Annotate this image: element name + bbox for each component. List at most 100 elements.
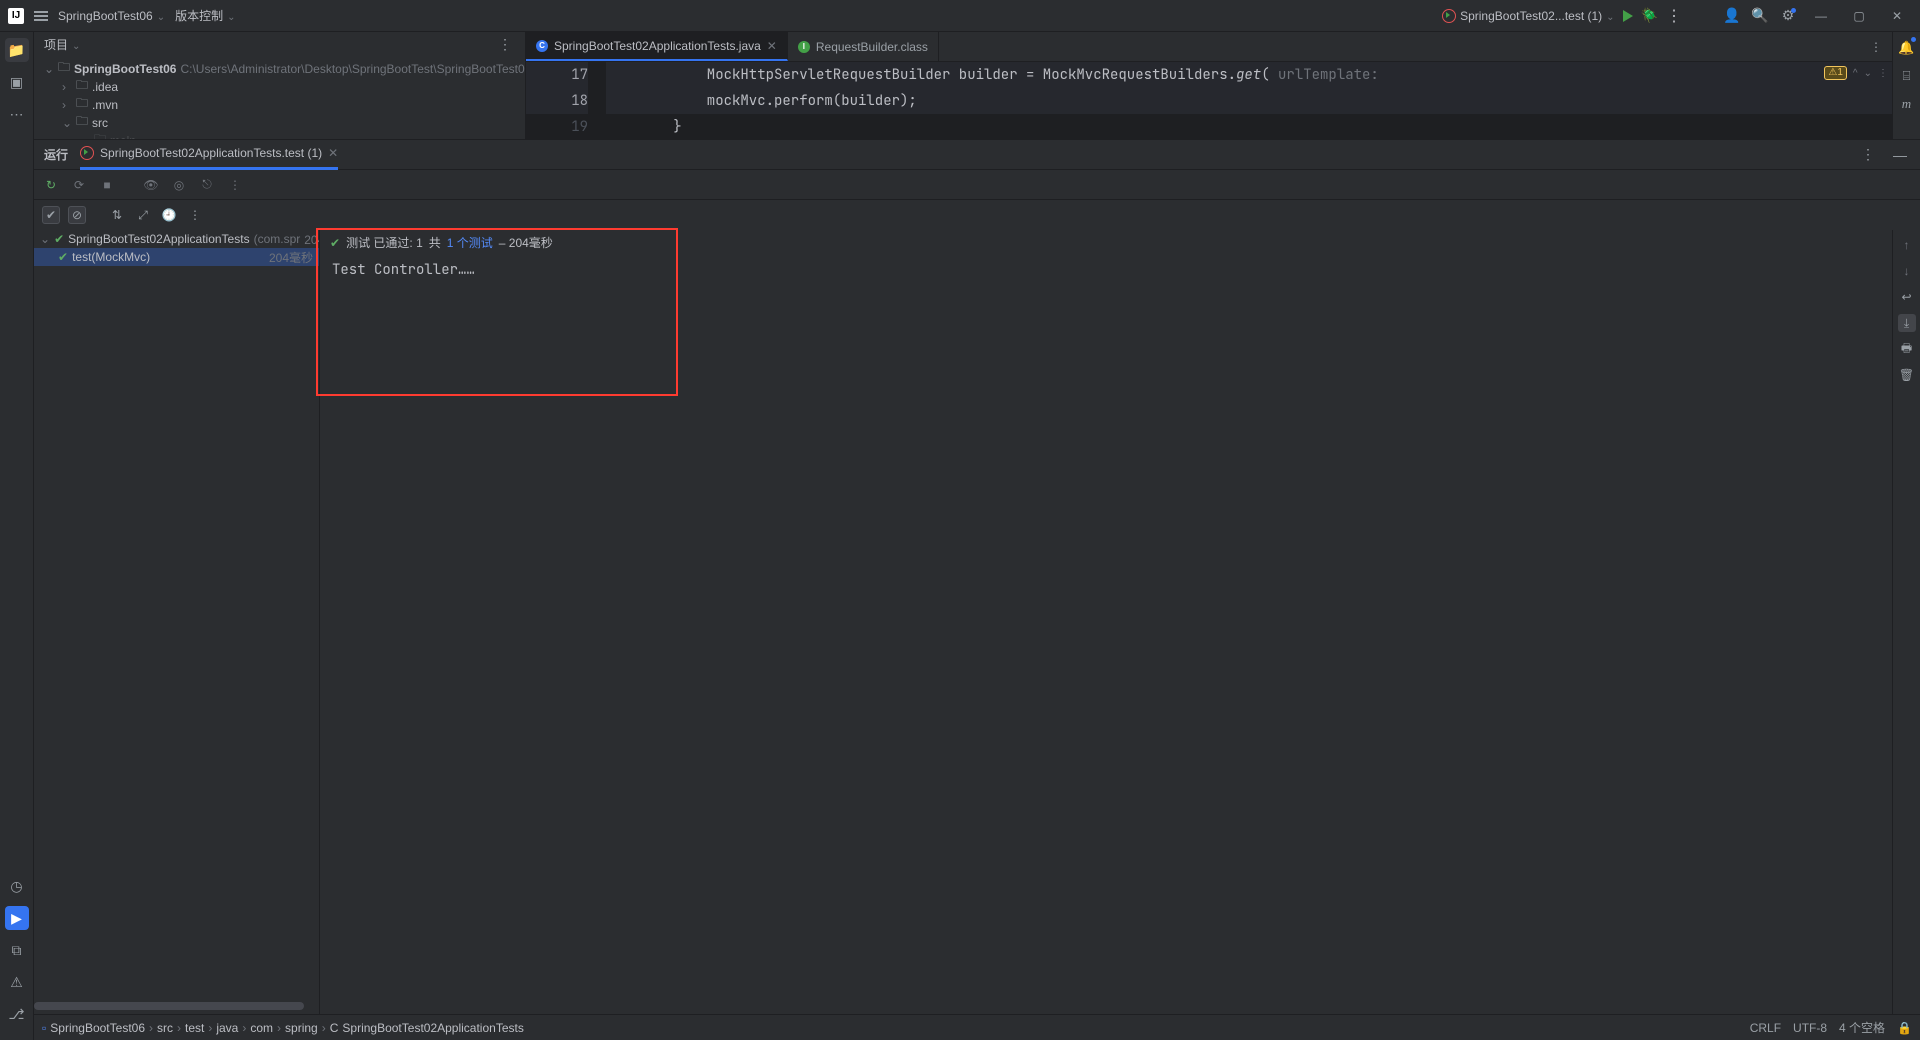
line-separator[interactable]: CRLF <box>1750 1021 1781 1035</box>
settings-icon[interactable]: ⚙ <box>1778 6 1798 26</box>
problems-tool-button[interactable]: ⚠ <box>5 970 29 994</box>
attach-button[interactable]: ◎ <box>170 176 188 194</box>
run-tab-test[interactable]: SpringBootTest02ApplicationTests.test (1… <box>80 140 338 170</box>
editor-tab-requestbuilder[interactable]: I RequestBuilder.class <box>788 32 939 61</box>
dump-threads-button[interactable]: 👁 <box>142 176 160 194</box>
rerun-failed-button[interactable]: ⟳ <box>70 176 88 194</box>
scroll-down-icon[interactable]: ↓ <box>1898 262 1916 280</box>
rerun-button[interactable]: ↻ <box>42 176 60 194</box>
project-view-dropdown[interactable]: 项目 <box>44 36 80 53</box>
scrollbar-thumb[interactable] <box>34 1002 304 1010</box>
history-button[interactable]: 🕘 <box>160 206 178 224</box>
tree-node-src[interactable]: ⌄🗀 src <box>34 114 525 132</box>
breadcrumb[interactable]: SpringBootTest02ApplicationTests <box>342 1021 523 1035</box>
panel-options-icon[interactable]: ⋮ <box>495 35 515 55</box>
breadcrumb[interactable]: SpringBootTest06 <box>50 1021 145 1035</box>
notifications-button[interactable]: 🔔 <box>1897 38 1917 58</box>
class-icon: C <box>330 1021 339 1035</box>
file-encoding[interactable]: UTF-8 <box>1793 1021 1827 1035</box>
git-tool-button[interactable]: ⎇ <box>5 1002 29 1026</box>
breadcrumb[interactable]: test <box>185 1021 204 1035</box>
test-method-row[interactable]: ✔ test(MockMvc) 204毫秒 <box>34 248 319 266</box>
project-view-label: 项目 <box>44 36 68 53</box>
terminal-tool-button[interactable]: ⧉ <box>5 938 29 962</box>
test-status-link[interactable]: 1 个测试 <box>447 234 493 251</box>
test-results-tree[interactable]: ⌄ ✔ SpringBootTest02ApplicationTests (co… <box>34 230 320 1014</box>
toolbar-more[interactable]: ⋮ <box>226 176 244 194</box>
breadcrumb[interactable]: spring <box>285 1021 318 1035</box>
show-passed-toggle[interactable]: ✔ <box>42 206 60 224</box>
scroll-to-end-icon[interactable]: ⤓ <box>1898 314 1916 332</box>
prev-highlight-icon[interactable]: ^ <box>1853 68 1858 79</box>
tree-node-mvn[interactable]: ›🗀 .mvn <box>34 96 525 114</box>
search-icon[interactable]: 🔍 <box>1750 6 1770 26</box>
expand-all-button[interactable]: ⤢ <box>134 206 152 224</box>
project-tool-button[interactable]: 📁 <box>5 38 29 62</box>
project-dropdown[interactable]: SpringBootTest06 <box>58 9 165 23</box>
run-tool-button[interactable]: ▶ <box>5 906 29 930</box>
more-actions-button[interactable]: ⋮ <box>1666 6 1682 26</box>
run-button[interactable] <box>1623 10 1633 22</box>
editor-tab-tests[interactable]: C SpringBootTest02ApplicationTests.java … <box>526 32 788 61</box>
clear-all-icon[interactable]: 🗑 <box>1898 366 1916 384</box>
main-menu-icon[interactable] <box>34 11 48 21</box>
maximize-button[interactable]: ▢ <box>1844 0 1874 32</box>
minimize-button[interactable]: — <box>1806 0 1836 32</box>
structure-tool-button[interactable]: ▣ <box>5 70 29 94</box>
run-config-icon <box>1442 9 1456 23</box>
interface-icon: I <box>798 41 810 53</box>
soft-wrap-icon[interactable]: ↩ <box>1898 288 1916 306</box>
test-method-time: 204毫秒 <box>269 249 313 266</box>
tree-root[interactable]: ⌄🗀 SpringBootTest06 C:\Users\Administrat… <box>34 60 525 78</box>
editor-text[interactable]: MockHttpServletRequestBuilder builder = … <box>606 62 1892 139</box>
editor-tab-label: SpringBootTest02ApplicationTests.java <box>554 39 761 53</box>
test-toolbar-more[interactable]: ⋮ <box>186 206 204 224</box>
services-tool-button[interactable]: ◷ <box>5 874 29 898</box>
app-icon: IJ <box>8 8 24 24</box>
inline-hint: urlTemplate: <box>1278 66 1379 84</box>
run-configuration-dropdown[interactable]: SpringBootTest02...test (1) <box>1442 9 1614 23</box>
sort-button[interactable]: ⇅ <box>108 206 126 224</box>
folder-icon: 🗀 <box>58 58 70 79</box>
run-tab-label: SpringBootTest02ApplicationTests.test (1… <box>100 146 322 160</box>
test-method-label: test(MockMvc) <box>72 250 150 264</box>
breadcrumb[interactable]: src <box>157 1021 173 1035</box>
breadcrumb[interactable]: java <box>216 1021 238 1035</box>
run-window-label: 运行 <box>44 140 68 170</box>
project-tree[interactable]: ⌄🗀 SpringBootTest06 C:\Users\Administrat… <box>34 58 525 139</box>
run-tool-window: 运行 SpringBootTest02ApplicationTests.test… <box>34 140 1920 1014</box>
editor-tabs-more[interactable]: ⋮ <box>1860 32 1892 61</box>
breadcrumb[interactable]: com <box>250 1021 273 1035</box>
test-class-row[interactable]: ⌄ ✔ SpringBootTest02ApplicationTests (co… <box>34 230 319 248</box>
debug-button[interactable]: 🪲 <box>1641 7 1658 24</box>
scroll-up-icon[interactable]: ↑ <box>1898 236 1916 254</box>
inspection-menu-icon[interactable]: ⋮ <box>1878 68 1888 79</box>
show-ignored-toggle[interactable]: ⊘ <box>68 206 86 224</box>
stop-button[interactable]: ■ <box>98 176 116 194</box>
editor-tabs: C SpringBootTest02ApplicationTests.java … <box>526 32 1892 62</box>
indent-settings[interactable]: 4 个空格 <box>1839 1019 1885 1036</box>
print-icon[interactable]: 🖶 <box>1898 340 1916 358</box>
database-button[interactable]: ⌸ <box>1897 66 1917 86</box>
run-window-title: 运行 <box>44 146 68 163</box>
hide-panel-icon[interactable]: — <box>1890 145 1910 165</box>
maven-button[interactable]: m <box>1897 94 1917 114</box>
tree-root-path: C:\Users\Administrator\Desktop\SpringBoo… <box>180 62 525 76</box>
tree-node-main[interactable]: ⌄🗀 main <box>34 132 525 139</box>
code-with-me-icon[interactable]: 👤 <box>1722 6 1742 26</box>
next-highlight-icon[interactable]: ⌄ <box>1864 68 1872 79</box>
more-tool-button[interactable]: ⋯ <box>5 102 29 126</box>
code-method: get <box>1236 66 1261 84</box>
readonly-lock-icon[interactable]: 🔒 <box>1897 1021 1912 1035</box>
test-status-a: 测试 已通过: 1 <box>346 234 423 251</box>
close-tab-icon[interactable]: ✕ <box>767 39 777 53</box>
tree-node-idea[interactable]: ›🗀 .idea <box>34 78 525 96</box>
exit-button[interactable]: ⎋ <box>198 176 216 194</box>
console-output[interactable]: Test Controller…… <box>320 255 1892 1014</box>
close-tab-icon[interactable]: ✕ <box>328 146 338 160</box>
run-tabs-more[interactable]: ⋮ <box>1858 145 1878 165</box>
vcs-dropdown[interactable]: 版本控制 <box>175 7 235 24</box>
test-status-bar: ✔ 测试 已通过: 1共 1 个测试 – 204毫秒 <box>320 230 1892 255</box>
inspection-widget[interactable]: ⚠1 ^ ⌄ ⋮ <box>1824 66 1888 80</box>
close-button[interactable]: ✕ <box>1882 0 1912 32</box>
